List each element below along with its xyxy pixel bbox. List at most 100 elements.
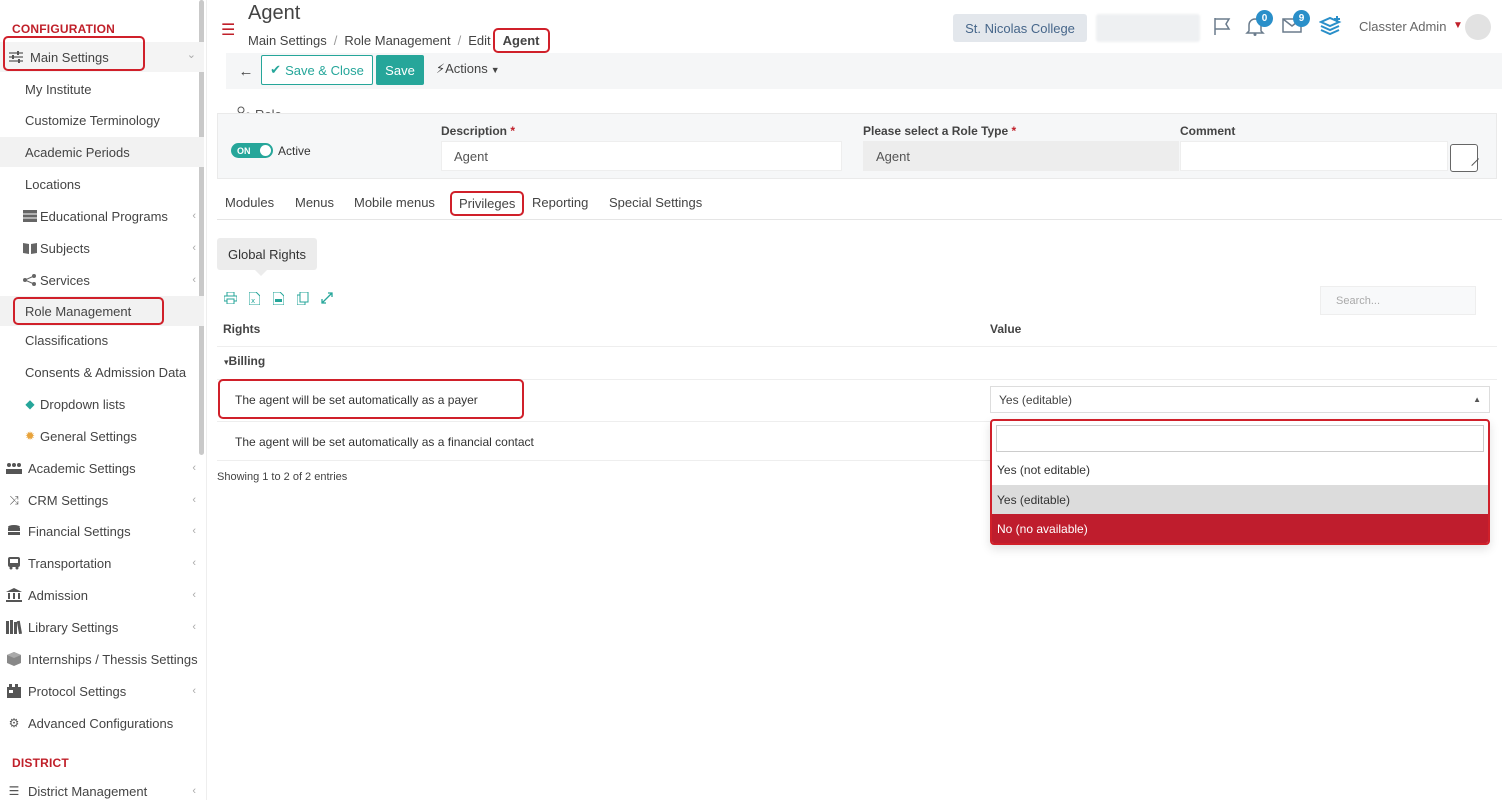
print-icon[interactable] xyxy=(220,286,241,310)
sidebar-item-financial-settings[interactable]: Financial Settings ‹ xyxy=(0,516,204,546)
actions-label: Actions xyxy=(445,61,488,76)
tab-reporting[interactable]: Reporting xyxy=(532,195,588,210)
save-button[interactable]: Save xyxy=(376,55,424,85)
global-rights-pill[interactable]: Global Rights xyxy=(217,238,317,276)
expand-icon[interactable] xyxy=(316,286,337,310)
actions-dropdown[interactable]: ⚡Actions ▼ xyxy=(436,61,500,77)
notifications-badge: 0 xyxy=(1256,10,1273,27)
dropdown-search-input[interactable] xyxy=(996,425,1484,452)
column-header-rights[interactable]: Rights xyxy=(223,322,260,336)
cube-icon xyxy=(6,651,22,667)
page-title: Agent xyxy=(248,2,301,24)
resize-handle[interactable] xyxy=(1450,144,1478,172)
comment-label: Comment xyxy=(1180,124,1236,138)
caret-down-icon[interactable]: ▼ xyxy=(1453,20,1463,31)
sidebar-item-label: General Settings xyxy=(40,428,137,444)
classroom-icon xyxy=(6,460,22,476)
sidebar-item-transportation[interactable]: Transportation ‹ xyxy=(0,548,204,578)
back-arrow-icon[interactable]: ← xyxy=(234,59,258,83)
sidebar-item-library-settings[interactable]: Library Settings ‹ xyxy=(0,612,204,642)
table-row-right: The agent will be set automatically as a… xyxy=(235,393,478,407)
sidebar-item-locations[interactable]: Locations xyxy=(0,169,204,199)
description-field[interactable]: Agent xyxy=(441,141,842,171)
table-icon xyxy=(22,208,38,224)
avatar[interactable] xyxy=(1465,14,1491,40)
action-toolbar: ← ✔ Save & Close Save ⚡Actions ▼ xyxy=(226,53,1502,89)
sidebar-item-label: District Management xyxy=(28,783,148,799)
blurred-selector[interactable] xyxy=(1096,14,1200,42)
value-dropdown: Yes (not editable) Yes (editable) No (no… xyxy=(990,419,1490,545)
messages-badge: 9 xyxy=(1293,10,1310,27)
sidebar-item-role-management[interactable]: Role Management xyxy=(0,296,204,326)
column-header-value[interactable]: Value xyxy=(990,322,1021,336)
sidebar-item-label: Internships / Thessis Settings xyxy=(28,651,198,667)
toggle-knob xyxy=(260,145,271,156)
save-close-label: Save & Close xyxy=(285,62,364,78)
copy-icon[interactable] xyxy=(292,286,313,310)
chevron-left-icon: ‹ xyxy=(192,557,196,569)
description-label: Description * xyxy=(441,124,515,138)
dropdown-option-yes-editable[interactable]: Yes (editable) xyxy=(992,485,1488,514)
table-search-input[interactable]: Search... xyxy=(1320,286,1476,315)
sidebar-item-label: Academic Periods xyxy=(25,144,130,160)
sidebar-item-protocol-settings[interactable]: Protocol Settings ‹ xyxy=(0,676,204,706)
sidebar-item-label: Consents & Admission Data xyxy=(25,364,187,380)
table-row-right: The agent will be set automatically as a… xyxy=(235,435,534,449)
sidebar-item-advanced-configurations[interactable]: ⚙ Advanced Configurations xyxy=(0,708,204,738)
sidebar-item-customize-terminology[interactable]: Customize Terminology xyxy=(0,105,204,135)
top-header: ☰ Agent Main Settings / Role Management … xyxy=(207,0,1502,53)
sidebar-item-services[interactable]: Services ‹ xyxy=(0,265,204,295)
active-toggle[interactable]: ON xyxy=(231,143,273,158)
sidebar-item-district-management[interactable]: ☰ District Management ‹ xyxy=(0,776,204,800)
tab-special-settings[interactable]: Special Settings xyxy=(609,195,702,210)
breadcrumb-edit[interactable]: Edit xyxy=(468,33,490,48)
tab-mobile-menus[interactable]: Mobile menus xyxy=(354,195,435,210)
dropdown-option-yes-not-editable[interactable]: Yes (not editable) xyxy=(992,455,1488,484)
tab-modules[interactable]: Modules xyxy=(225,195,274,210)
sidebar-item-label: Educational Programs xyxy=(40,208,168,224)
sidebar-item-admission[interactable]: Admission ‹ xyxy=(0,580,204,610)
layers-plus-icon[interactable] xyxy=(1318,16,1343,41)
sidebar-item-academic-settings[interactable]: Academic Settings ‹ xyxy=(0,453,204,483)
comment-field[interactable] xyxy=(1180,141,1448,171)
sidebar-item-main-settings[interactable]: Main Settings ⌄ xyxy=(0,42,204,72)
sidebar-item-internships-thesis-settings[interactable]: Internships / Thessis Settings xyxy=(0,644,204,674)
sidebar-item-dropdown-lists[interactable]: ◆ Dropdown lists xyxy=(0,389,204,419)
caret-up-icon: ▲ xyxy=(1473,395,1481,404)
sidebar-item-general-settings[interactable]: ✹ General Settings xyxy=(0,421,204,451)
tab-menus[interactable]: Menus xyxy=(295,195,334,210)
flag-icon[interactable] xyxy=(1212,16,1232,41)
tab-privileges[interactable]: Privileges xyxy=(450,191,525,216)
excel-icon[interactable]: x xyxy=(244,286,265,310)
institution-icon xyxy=(6,587,22,603)
sidebar-item-consents-admission-data[interactable]: Consents & Admission Data xyxy=(0,357,204,387)
chevron-left-icon: ‹ xyxy=(192,621,196,633)
sidebar-item-academic-periods[interactable]: Academic Periods xyxy=(0,137,204,167)
bus-icon xyxy=(6,555,22,571)
user-name[interactable]: Classter Admin xyxy=(1359,19,1446,34)
sidebar-item-crm-settings[interactable]: ⤨ CRM Settings ‹ xyxy=(0,485,204,515)
toggle-state-text: ON xyxy=(237,145,251,156)
layers-icon: ◆ xyxy=(25,397,35,411)
sidebar-item-label: Admission xyxy=(28,587,88,603)
pdf-icon[interactable] xyxy=(268,286,289,310)
group-row-billing[interactable]: ▾Billing xyxy=(224,354,265,368)
sidebar-item-educational-programs[interactable]: Educational Programs ‹ xyxy=(0,201,204,231)
college-selector-button[interactable]: St. Nicolas College xyxy=(953,14,1087,42)
sidebar-item-classifications[interactable]: Classifications xyxy=(0,325,204,355)
sidebar-item-my-institute[interactable]: My Institute xyxy=(0,74,204,104)
value-select[interactable]: Yes (editable) ▲ xyxy=(990,386,1490,413)
save-close-button[interactable]: ✔ Save & Close xyxy=(261,55,373,85)
role-type-field[interactable]: Agent xyxy=(863,141,1179,171)
sidebar-item-label: Dropdown lists xyxy=(40,396,126,412)
sidebar-item-label: My Institute xyxy=(25,81,92,97)
sidebar-item-subjects[interactable]: Subjects ‹ xyxy=(0,233,204,263)
breadcrumb-main-settings[interactable]: Main Settings xyxy=(248,33,327,48)
sidebar-item-label: Transportation xyxy=(28,555,112,571)
hamburger-menu-icon[interactable]: ☰ xyxy=(221,20,235,40)
role-type-label: Please select a Role Type * xyxy=(863,124,1016,138)
breadcrumb-role-management[interactable]: Role Management xyxy=(344,33,450,48)
dropdown-option-no-available[interactable]: No (no available) xyxy=(992,514,1488,543)
breadcrumb-separator: / xyxy=(333,33,338,48)
sidebar-item-label: Services xyxy=(40,272,90,288)
